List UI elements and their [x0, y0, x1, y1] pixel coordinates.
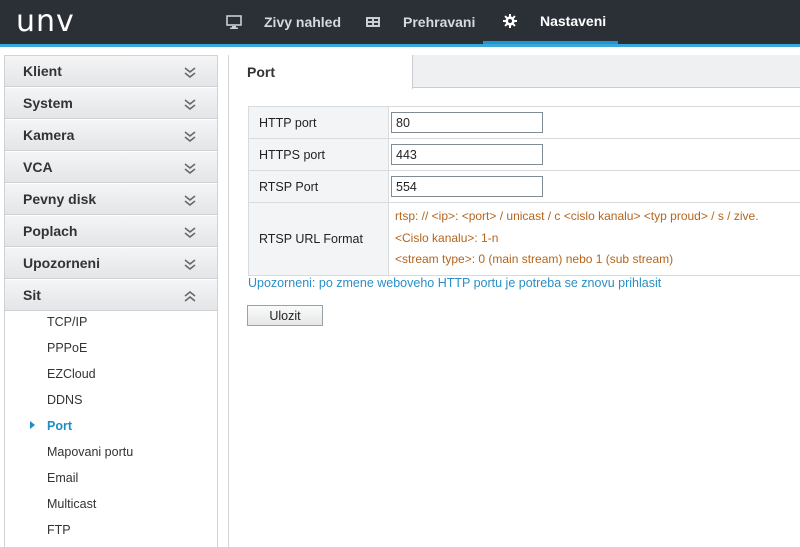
submenu-ftp[interactable]: FTP	[5, 517, 217, 543]
rtsp-stream-type-note: <stream type>: 0 (main stream) nebo 1 (s…	[395, 252, 674, 266]
submenu-tcp-ip[interactable]: TCP/IP	[5, 309, 217, 335]
nav-live-view[interactable]: Zivy nahled	[226, 0, 341, 44]
submenu-pppoe[interactable]: PPPoE	[5, 335, 217, 361]
submenu-label: Port	[47, 419, 72, 433]
submenu-label: Multicast	[47, 497, 97, 511]
https-port-label: HTTPS port	[249, 139, 389, 170]
tab-label: Port	[247, 64, 275, 80]
rtsp-url-format-row: RTSP URL Format rtsp: // <ip>: <port> / …	[249, 203, 800, 276]
playback-icon	[365, 14, 381, 30]
https-port-input[interactable]	[391, 144, 543, 165]
unv-logo: unv	[16, 4, 75, 39]
nav-playback-label: Prehravani	[403, 14, 476, 30]
rtsp-port-label: RTSP Port	[249, 171, 389, 202]
chevron-down-icon	[184, 131, 196, 142]
menu-vca[interactable]: VCA	[5, 152, 217, 183]
submenu-label: EZCloud	[47, 367, 96, 381]
submenu-label: PPPoE	[47, 341, 88, 355]
submenu-label: Email	[47, 471, 79, 485]
menu-upozorneni[interactable]: Upozorneni	[5, 248, 217, 279]
top-navigation-bar: unv Zivy nahled Prehravani Nastaveni	[0, 0, 800, 44]
submenu-ddns[interactable]: DDNS	[5, 387, 217, 413]
chevron-down-icon	[184, 195, 196, 206]
menu-label: VCA	[23, 159, 53, 175]
save-button[interactable]: Ulozit	[247, 305, 323, 326]
header-accent-line	[0, 44, 800, 47]
tab-port[interactable]: Port	[229, 55, 413, 89]
rtsp-url-format-label: RTSP URL Format	[249, 203, 389, 275]
chevron-up-icon	[184, 291, 196, 302]
chevron-down-icon	[184, 259, 196, 270]
submenu-multicast[interactable]: Multicast	[5, 491, 217, 517]
submenu-label: FTP	[47, 523, 71, 537]
menu-klient[interactable]: Klient	[5, 56, 217, 87]
gear-icon	[502, 13, 518, 29]
nav-settings[interactable]: Nastaveni	[483, 0, 618, 44]
menu-label: Upozorneni	[23, 255, 100, 271]
rtsp-port-row: RTSP Port	[249, 171, 800, 203]
caret-right-icon	[30, 421, 35, 429]
menu-kamera[interactable]: Kamera	[5, 120, 217, 151]
menu-label: System	[23, 95, 73, 111]
menu-label: Klient	[23, 63, 62, 79]
content-divider	[228, 55, 229, 547]
monitor-icon	[226, 14, 242, 30]
chevron-down-icon	[184, 67, 196, 78]
menu-label: Sit	[23, 287, 41, 303]
chevron-down-icon	[184, 227, 196, 238]
chevron-down-icon	[184, 99, 196, 110]
nav-settings-label: Nastaveni	[540, 12, 607, 29]
submenu-label: DDNS	[47, 393, 83, 407]
submenu-email[interactable]: Email	[5, 465, 217, 491]
submenu-mapovani-portu[interactable]: Mapovani portu	[5, 439, 217, 465]
port-settings-form: HTTP port HTTPS port RTSP Port RTSP URL …	[248, 106, 800, 276]
menu-sit[interactable]: Sit	[5, 280, 217, 311]
menu-system[interactable]: System	[5, 88, 217, 119]
submenu-label: Mapovani portu	[47, 445, 134, 459]
rtsp-url-format-text: rtsp: // <ip>: <port> / unicast / c <cis…	[395, 209, 759, 223]
menu-label: Pevny disk	[23, 191, 97, 207]
http-port-row: HTTP port	[249, 107, 800, 139]
http-port-label: HTTP port	[249, 107, 389, 138]
nav-live-view-label: Zivy nahled	[264, 14, 342, 30]
rtsp-channel-note: <Cislo kanalu>: 1-n	[395, 231, 499, 245]
submenu-port[interactable]: Port	[5, 413, 217, 439]
submenu-label: TCP/IP	[47, 315, 88, 329]
http-port-input[interactable]	[391, 112, 543, 133]
relogin-warning: Upozorneni: po zmene weboveho HTTP portu…	[248, 276, 662, 290]
menu-label: Kamera	[23, 127, 75, 143]
nav-playback[interactable]: Prehravani	[365, 0, 475, 44]
submenu-ezcloud[interactable]: EZCloud	[5, 361, 217, 387]
chevron-down-icon	[184, 163, 196, 174]
menu-label: Poplach	[23, 223, 78, 239]
menu-pevny-disk[interactable]: Pevny disk	[5, 184, 217, 215]
https-port-row: HTTPS port	[249, 139, 800, 171]
rtsp-port-input[interactable]	[391, 176, 543, 197]
menu-poplach[interactable]: Poplach	[5, 216, 217, 247]
settings-sidebar: Klient System Kamera VCA Pevny disk Popl…	[4, 55, 218, 547]
